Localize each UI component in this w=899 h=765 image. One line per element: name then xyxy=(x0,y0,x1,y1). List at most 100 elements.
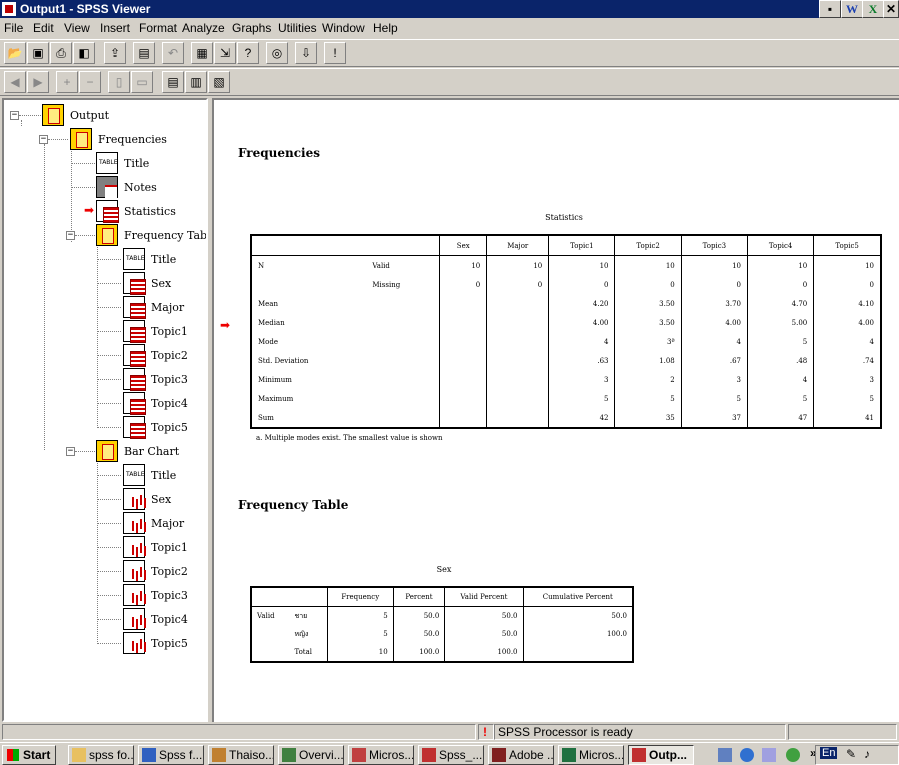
goto-data-icon[interactable]: ▦ xyxy=(191,42,213,64)
excel-icon[interactable]: X xyxy=(862,0,884,18)
toolbar-main: 📂 ▣ ⎙ ◧ ⇪ ▤ ↶ ▦ ⇲ ? ◎ ⇩ ! xyxy=(0,39,899,67)
task-adobe[interactable]: Adobe ... xyxy=(488,745,554,765)
task-output-viewer[interactable]: Outp... xyxy=(628,745,694,765)
toolbar-outline: ◀ ▶ + − ▯ ▭ ▤ ▥ ▧ xyxy=(0,68,899,96)
hide-icon[interactable]: ▭ xyxy=(131,71,153,93)
task-spss-data[interactable]: Spss_... xyxy=(418,745,484,765)
freq-row-total: Total 10 100.0 100.0 xyxy=(251,643,633,662)
freq-row-male: Valid ชาย 5 50.0 50.0 50.0 xyxy=(251,606,633,625)
quicklaunch-ie-icon[interactable] xyxy=(740,748,754,762)
system-tray: En ✎ ♪ xyxy=(815,745,899,765)
menu-help[interactable]: Help xyxy=(373,21,398,35)
collapse-toggle-frequencies[interactable]: − xyxy=(39,135,48,144)
insert-title-icon[interactable]: ▥ xyxy=(185,71,207,93)
close-icon[interactable]: ✕ xyxy=(883,0,899,18)
menu-analyze[interactable]: Analyze xyxy=(182,21,225,35)
title-page-icon xyxy=(123,248,145,270)
pivot-table-icon xyxy=(123,272,146,295)
pivot-table-icon xyxy=(123,320,146,343)
collapse-toggle-bar-chart[interactable]: − xyxy=(66,447,75,456)
show-icon[interactable]: ▯ xyxy=(108,71,130,93)
statistics-table[interactable]: Sex Major Topic1 Topic2 Topic3 Topic4 To… xyxy=(250,234,882,429)
demote-icon[interactable]: ▶ xyxy=(27,71,49,93)
stats-row-std-deviation: Std. Deviation .63 1.08.67.48.74 xyxy=(251,351,881,370)
stats-col-sex: Sex xyxy=(439,235,487,256)
window-title: Output1 - SPSS Viewer xyxy=(20,2,151,16)
menu-graphs[interactable]: Graphs xyxy=(232,21,271,35)
output-content-pane[interactable]: Frequencies Statistics ➡ Sex Major Topic… xyxy=(212,98,899,722)
menu-insert[interactable]: Insert xyxy=(100,21,130,35)
stats-col-major: Major xyxy=(486,235,549,256)
statistics-footnote: a. Multiple modes exist. The smallest va… xyxy=(256,434,443,442)
bar-chart-icon xyxy=(123,608,145,630)
stats-row-median: Median 4.00 3.50 4.00 5.00 4.00 xyxy=(251,313,881,332)
spss-app-icon[interactable] xyxy=(2,2,16,16)
menu-view[interactable]: View xyxy=(64,21,90,35)
stats-col-topic3: Topic3 xyxy=(680,235,748,256)
outline-pane[interactable]: − Output − Frequencies Title Notes ➡ Sta… xyxy=(2,98,208,722)
pivot-table-icon xyxy=(123,344,146,367)
stats-col-topic2: Topic2 xyxy=(614,235,682,256)
freq-col-percent: Percent xyxy=(392,587,445,607)
menu-utilities[interactable]: Utilities xyxy=(278,21,317,35)
word-icon[interactable]: W xyxy=(841,0,863,18)
quicklaunch-outlook-icon[interactable] xyxy=(762,748,776,762)
save-icon[interactable]: ▣ xyxy=(27,42,49,64)
variables-icon[interactable]: ? xyxy=(237,42,259,64)
pivot-table-icon xyxy=(123,368,146,391)
heading-frequency-table: Frequency Table xyxy=(238,498,349,512)
language-indicator[interactable]: En xyxy=(820,747,838,759)
goto-case-icon[interactable]: ⇲ xyxy=(214,42,236,64)
minimize-icon[interactable]: ▪ xyxy=(819,0,841,18)
status-cell-blank xyxy=(2,724,476,740)
stats-row-mean: Mean 4.20 3.50 3.70 4.70 4.10 xyxy=(251,294,881,313)
menu-format[interactable]: Format xyxy=(139,21,177,35)
dialog-recall-icon[interactable]: ▤ xyxy=(133,42,155,64)
current-item-arrow-icon: ➡ xyxy=(84,203,95,217)
open-icon[interactable]: 📂 xyxy=(4,42,26,64)
print-preview-icon[interactable]: ◧ xyxy=(73,42,95,64)
expand-icon[interactable]: + xyxy=(56,71,78,93)
taskbar: Start spss fo... Spss f... Thaiso... Ove… xyxy=(0,742,899,765)
menu-window[interactable]: Window xyxy=(322,21,365,35)
print-icon[interactable]: ⎙ xyxy=(50,42,72,64)
freq-col-cumulative-percent: Cumulative Percent xyxy=(522,587,633,607)
collapse-icon[interactable]: − xyxy=(79,71,101,93)
status-cell-extra xyxy=(788,724,897,740)
promote-icon[interactable]: ◀ xyxy=(4,71,26,93)
collapse-toggle-frequency-table[interactable]: − xyxy=(66,231,75,240)
insert-text-icon[interactable]: ▧ xyxy=(208,71,230,93)
task-spss-f[interactable]: Spss f... xyxy=(138,745,204,765)
menu-file[interactable]: File xyxy=(4,21,23,35)
volume-icon[interactable]: ♪ xyxy=(864,747,870,761)
heading-frequencies: Frequencies xyxy=(238,146,320,160)
book-icon xyxy=(70,128,92,150)
export-icon[interactable]: ⇪ xyxy=(104,42,126,64)
task-microsoft-2[interactable]: Micros... xyxy=(558,745,624,765)
task-overview[interactable]: Overvi... xyxy=(278,745,344,765)
quicklaunch-app-icon[interactable] xyxy=(786,748,800,762)
spss-viewer-icon xyxy=(632,748,646,762)
adobe-icon xyxy=(492,748,506,762)
stats-col-topic5: Topic5 xyxy=(813,235,881,256)
use-sets-icon[interactable]: ◎ xyxy=(266,42,288,64)
undo-icon[interactable]: ↶ xyxy=(162,42,184,64)
menu-edit[interactable]: Edit xyxy=(33,21,54,35)
insert-heading-icon[interactable]: ▤ xyxy=(162,71,184,93)
freq-col-frequency: Frequency xyxy=(326,587,394,607)
pivot-table-icon xyxy=(123,392,146,415)
designate-window-icon[interactable]: ⇩ xyxy=(295,42,317,64)
stats-col-topic4: Topic4 xyxy=(746,235,814,256)
sex-frequency-table[interactable]: Frequency Percent Valid Percent Cumulati… xyxy=(250,586,634,663)
task-spss-folder[interactable]: spss fo... xyxy=(68,745,134,765)
excel-icon xyxy=(562,748,576,762)
info-icon[interactable]: ! xyxy=(324,42,346,64)
collapse-toggle-output[interactable]: − xyxy=(10,111,19,120)
start-button[interactable]: Start xyxy=(2,745,56,765)
task-thaiso[interactable]: Thaiso... xyxy=(208,745,274,765)
quicklaunch-desktop-icon[interactable] xyxy=(718,748,732,762)
bar-chart-icon xyxy=(123,536,145,558)
processor-status-icon: ! xyxy=(478,724,494,740)
task-microsoft-1[interactable]: Micros... xyxy=(348,745,414,765)
pen-icon[interactable]: ✎ xyxy=(846,747,856,761)
